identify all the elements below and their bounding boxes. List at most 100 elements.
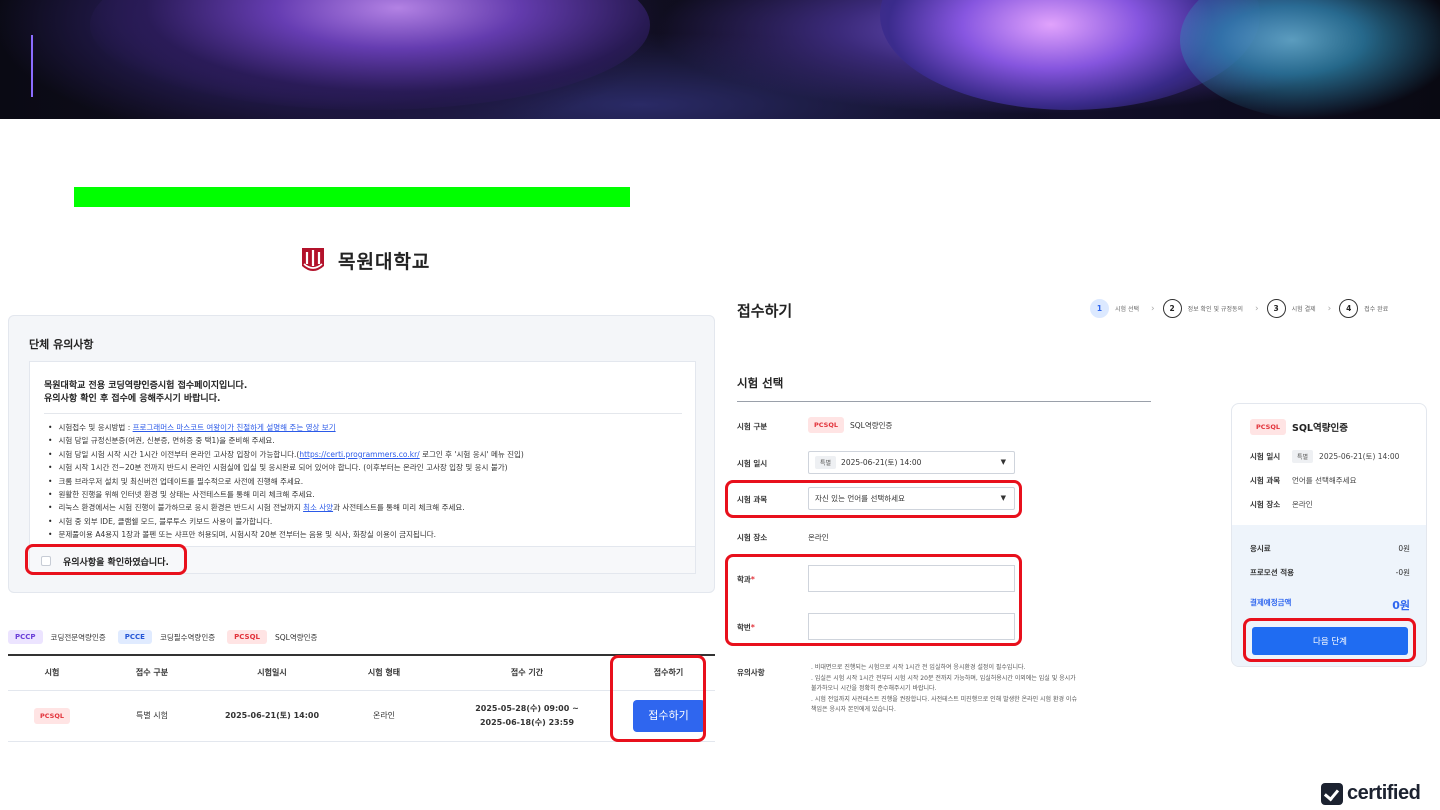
notice-item: 문제풀이용 A4용지 1장과 볼펜 또는 샤프만 허용되며, 시험시작 20분 … <box>48 528 688 541</box>
note-line: 책임은 응시자 본인에게 있습니다. <box>811 706 896 713</box>
summary-value: 특별 2025-06-21(토) 14:00 <box>1292 450 1399 463</box>
special-tag: 특별 <box>815 456 837 469</box>
banner-accent-line <box>31 35 33 97</box>
period-start: 2025-05-28(수) 09:00 ~ <box>475 703 579 713</box>
exam-tag-pcsql: PCSQL <box>808 417 845 433</box>
fee-row: 응시료 0원 <box>1250 543 1410 554</box>
note-line: . 시험 전일까지 사전테스트 진행을 권장합니다. 사전테스트 미진행으로 인… <box>811 695 1077 703</box>
registration-period-cell: 2025-05-28(수) 09:00 ~ 2025-06-18(수) 23:5… <box>432 690 622 742</box>
step-number: 3 <box>1266 299 1286 318</box>
exam-datetime-cell: 2025-06-21(토) 14:00 <box>208 690 336 742</box>
registration-title: 접수하기 <box>737 302 793 320</box>
promo-row: 프로모션 적용 -0원 <box>1250 567 1410 578</box>
summary-value: 언어를 선택해주세요 <box>1292 476 1357 485</box>
table-row: PCSQL 특별 시험 2025-06-21(토) 14:00 온라인 2025… <box>8 690 715 742</box>
notice-item: 시험 당일 시험 시작 시간 1시간 이전부터 온라인 고사장 입장이 가능합니… <box>48 448 688 461</box>
special-tag: 특별 <box>1292 450 1314 463</box>
exam-tag-label: 코딩전문역량인증 <box>50 632 106 642</box>
registration-steps: 1 시험 선택 › 2 정보 확인 및 규정동의 › 3 시험 결제 › 4 접… <box>1090 299 1396 318</box>
column-header: 시험 <box>8 654 96 691</box>
total-label: 결제예정금액 <box>1250 598 1292 607</box>
chevron-right-icon: › <box>1255 303 1259 314</box>
annotation-box <box>25 544 187 575</box>
summary-key: 시험 일시 <box>1250 452 1281 461</box>
summary-key: 시험 장소 <box>1250 500 1281 509</box>
exam-date-select[interactable]: 특별 2025-06-21(토) 14:00 ▼ <box>808 451 1015 474</box>
university-logo-icon <box>302 248 324 271</box>
notice-title: 단체 유의사항 <box>29 338 94 351</box>
registration-type-cell: 특별 시험 <box>96 690 208 742</box>
university-header: 목원대학교 <box>300 244 430 276</box>
registration-notes: . 비대면으로 진행되는 시험으로 시작 1시간 전 입실하여 응시환경 설정이… <box>811 663 1121 716</box>
notice-list: 시험접수 및 응시방법 : 프로그래머스 마스코트 여왕이가 친절하게 설명해 … <box>48 421 688 542</box>
step-4: 4 접수 완료 <box>1339 299 1388 318</box>
exam-tag-pccp: PCCP <box>8 630 43 644</box>
exam-tag-label: SQL역량인증 <box>275 632 318 642</box>
exam-schedule-table: 시험 접수 구분 시험일시 시험 형태 접수 기간 접수하기 PCSQL 특별 … <box>8 654 715 742</box>
summary-key: 시험 과목 <box>1250 476 1281 485</box>
notice-heading-line: 유의사항 확인 후 접수에 응해주시기 바랍니다. <box>44 394 221 404</box>
total-row: 결제예정금액 0원 <box>1250 597 1410 613</box>
exam-type-legend: PCCP 코딩전문역량인증 PCCE 코딩필수역량인증 PCSQL SQL역량인… <box>8 630 321 644</box>
highlight-bar <box>74 187 630 207</box>
step-label: 시험 선택 <box>1115 306 1139 313</box>
banner-decoration <box>90 0 650 110</box>
column-header: 시험일시 <box>208 654 336 691</box>
annotation-box <box>725 554 1022 646</box>
divider <box>737 401 1151 402</box>
chevron-right-icon: › <box>1327 303 1332 314</box>
summary-place-row: 시험 장소 온라인 <box>1250 499 1313 510</box>
step-1: 1 시험 선택 › <box>1090 299 1155 318</box>
notice-item: 크롬 브라우저 설치 및 최신버전 업데이트를 필수적으로 사전에 진행해 주세… <box>48 475 688 488</box>
step-number: 1 <box>1090 299 1109 318</box>
annotation-box <box>610 655 706 742</box>
column-header: 접수 기간 <box>432 654 622 691</box>
certified-logo: certified <box>1321 782 1421 805</box>
exam-tag-label: 코딩필수역량인증 <box>159 632 216 642</box>
notice-heading-line: 목원대학교 전용 코딩역량인증시험 접수페이지입니다. <box>44 381 248 391</box>
exam-format-cell: 온라인 <box>336 690 432 742</box>
exam-tag-pcsql: PCSQL <box>227 630 267 644</box>
banner-decoration <box>1180 0 1440 119</box>
notice-item: 시험 당일 규정신분증(여권, 신분증, 면허증 중 택1)을 준비해 주세요. <box>48 434 688 447</box>
exam-place-label: 시험 장소 <box>737 533 768 542</box>
table-header-row: 시험 접수 구분 시험일시 시험 형태 접수 기간 접수하기 <box>8 654 715 691</box>
university-name: 목원대학교 <box>338 250 431 273</box>
exam-category-text: SQL역량인증 <box>850 420 893 430</box>
notice-content-box[interactable]: 목원대학교 전용 코딩역량인증시험 접수페이지입니다. 유의사항 확인 후 접수… <box>29 361 696 574</box>
certified-wordmark: certified <box>1347 782 1421 804</box>
step-number: 2 <box>1162 299 1182 318</box>
exam-selection-title: 시험 선택 <box>737 376 784 390</box>
chevron-down-icon: ▼ <box>1000 458 1006 466</box>
summary-header: PCSQL SQL역량인증 <box>1250 419 1348 435</box>
notice-item: 시험 중 외부 IDE, 클램쉘 모드, 블루투스 키보드 사용이 불가합니다. <box>48 515 688 528</box>
note-line: 불가하오니 시간을 정확히 준수해주시기 바랍니다. <box>811 685 937 692</box>
annotation-box <box>725 480 1022 518</box>
summary-title: SQL역량인증 <box>1292 423 1348 434</box>
certi-site-link[interactable]: https://certi.programmers.co.kr/ <box>299 450 419 459</box>
exam-date-label: 시험 일시 <box>737 459 768 468</box>
check-icon <box>1321 782 1343 805</box>
guide-video-link[interactable]: 프로그래머스 마스코트 여왕이가 친절하게 설명해 주는 영상 보기 <box>133 423 336 432</box>
period-end: 2025-06-18(수) 23:59 <box>479 717 575 727</box>
annotation-box <box>1243 618 1416 662</box>
exam-date-value: 2025-06-21(토) 14:00 <box>841 458 922 467</box>
total-value: 0원 <box>1392 599 1410 612</box>
notice-item: 시험접수 및 응시방법 : 프로그래머스 마스코트 여왕이가 친절하게 설명해 … <box>48 421 688 434</box>
note-line: . 입실은 시험 시작 1시간 전부터 시험 시작 20분 전까지 가능하며, … <box>811 674 1076 682</box>
step-2: 2 정보 확인 및 규정동의 › <box>1162 299 1259 318</box>
min-spec-link[interactable]: 최소 사양 <box>303 503 333 512</box>
fee-label: 응시료 <box>1250 544 1271 553</box>
summary-date-row: 시험 일시 특별 2025-06-21(토) 14:00 <box>1250 450 1399 463</box>
fee-value: 0원 <box>1398 544 1410 553</box>
promo-value: -0원 <box>1395 568 1410 577</box>
notice-heading: 목원대학교 전용 코딩역량인증시험 접수페이지입니다. 유의사항 확인 후 접수… <box>44 380 247 406</box>
exam-category-value: PCSQL SQL역량인증 <box>808 417 892 433</box>
summary-subject-row: 시험 과목 언어를 선택해주세요 <box>1250 475 1356 486</box>
hero-banner <box>0 0 1440 119</box>
divider <box>44 413 682 414</box>
summary-value: 온라인 <box>1292 500 1313 509</box>
promo-label: 프로모션 적용 <box>1250 568 1295 577</box>
notice-item: 리눅스 환경에서는 시험 진행이 불가하므로 응시 환경은 반드시 시험 전날까… <box>48 501 688 514</box>
exam-cell: PCSQL <box>8 690 96 742</box>
